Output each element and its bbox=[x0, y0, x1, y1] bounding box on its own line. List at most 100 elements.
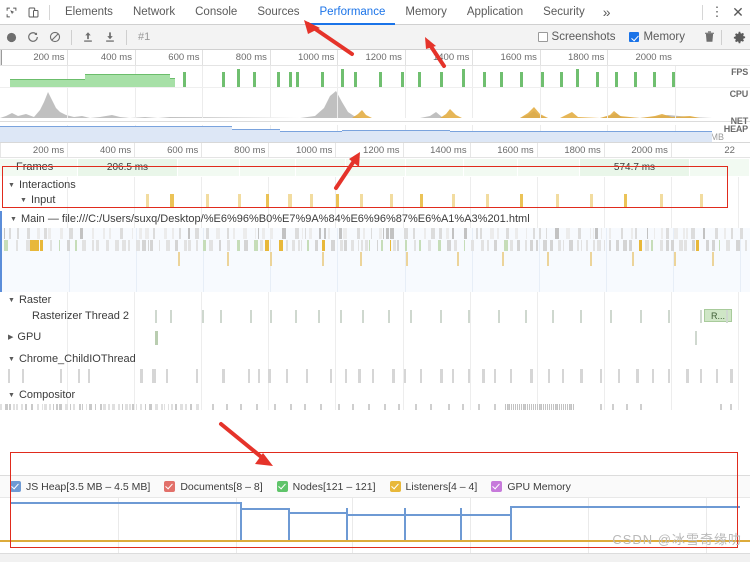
flame-event[interactable] bbox=[731, 228, 733, 239]
rasterizer-event-tick[interactable] bbox=[580, 310, 582, 323]
flame-event[interactable] bbox=[506, 228, 509, 239]
flame-event[interactable] bbox=[674, 228, 678, 239]
flame-event[interactable] bbox=[227, 240, 230, 251]
chrome-child-io-event[interactable] bbox=[286, 369, 288, 383]
flame-event[interactable] bbox=[666, 240, 669, 251]
compositor-event[interactable] bbox=[65, 404, 68, 410]
flame-event[interactable] bbox=[361, 240, 363, 251]
rasterizer-event-tick[interactable] bbox=[250, 310, 252, 323]
flame-event[interactable] bbox=[196, 240, 198, 251]
chrome-child-io-events[interactable] bbox=[0, 367, 750, 387]
flame-event[interactable] bbox=[497, 228, 499, 239]
compositor-event[interactable] bbox=[149, 404, 152, 410]
frame-cell[interactable] bbox=[406, 159, 464, 176]
compositor-event[interactable] bbox=[161, 404, 163, 410]
memory-legend-checkbox[interactable] bbox=[164, 481, 176, 492]
flame-event[interactable] bbox=[515, 228, 518, 239]
flame-event[interactable] bbox=[178, 252, 180, 266]
flame-event[interactable] bbox=[666, 228, 669, 239]
compositor-event[interactable] bbox=[304, 404, 306, 410]
flame-event[interactable] bbox=[309, 228, 312, 239]
chrome-child-io-event[interactable] bbox=[420, 369, 422, 383]
flame-event[interactable] bbox=[671, 240, 674, 251]
flame-event[interactable] bbox=[651, 240, 653, 251]
compositor-event[interactable] bbox=[527, 404, 528, 410]
flame-event[interactable] bbox=[9, 228, 11, 239]
compositor-event[interactable] bbox=[517, 404, 518, 410]
chrome-child-io-event[interactable] bbox=[510, 369, 512, 383]
chrome-child-io-event[interactable] bbox=[330, 369, 332, 383]
compositor-event[interactable] bbox=[49, 404, 51, 410]
flame-event[interactable] bbox=[254, 240, 258, 251]
flame-event[interactable] bbox=[428, 240, 431, 251]
compositor-event[interactable] bbox=[507, 404, 508, 410]
flame-chart-tracks[interactable]: Frames 206.5 ms 574.7 ms ▼ Interactions ▼ I… bbox=[0, 158, 750, 410]
compositor-event[interactable] bbox=[478, 404, 480, 410]
memory-legend-item[interactable]: JS Heap[3.5 MB – 4.5 MB] bbox=[10, 481, 150, 493]
compositor-event[interactable] bbox=[95, 404, 96, 410]
flame-event[interactable] bbox=[539, 228, 541, 239]
memory-legend-item[interactable]: GPU Memory bbox=[491, 481, 571, 493]
flame-event[interactable] bbox=[604, 240, 605, 251]
flame-event[interactable] bbox=[543, 240, 547, 251]
compositor-event[interactable] bbox=[100, 404, 102, 410]
compositor-event[interactable] bbox=[730, 404, 732, 410]
flame-event[interactable] bbox=[136, 240, 140, 251]
flame-event[interactable] bbox=[504, 240, 508, 251]
input-event-marker[interactable] bbox=[452, 194, 455, 207]
track-compositor[interactable]: ▼ Compositor bbox=[0, 387, 750, 403]
compositor-event[interactable] bbox=[553, 404, 554, 410]
flame-event[interactable] bbox=[457, 252, 459, 266]
flame-event[interactable] bbox=[60, 228, 63, 239]
chrome-child-io-event[interactable] bbox=[452, 369, 454, 383]
flame-event[interactable] bbox=[344, 240, 347, 251]
compositor-event[interactable] bbox=[122, 404, 123, 410]
chevron-down-icon[interactable]: ▼ bbox=[20, 193, 27, 209]
flame-event[interactable] bbox=[357, 228, 360, 239]
compositor-event[interactable] bbox=[70, 404, 71, 410]
gpu-event-tick[interactable] bbox=[695, 331, 697, 345]
flame-event[interactable] bbox=[502, 252, 504, 266]
flame-event[interactable] bbox=[142, 240, 146, 251]
chrome-child-io-event[interactable] bbox=[8, 369, 10, 383]
flame-event[interactable] bbox=[517, 240, 520, 251]
compositor-event[interactable] bbox=[415, 404, 417, 410]
frame-cell[interactable] bbox=[346, 159, 406, 176]
compositor-event[interactable] bbox=[108, 404, 110, 410]
flame-event[interactable] bbox=[660, 240, 663, 251]
chrome-child-io-event[interactable] bbox=[22, 369, 24, 383]
flame-event[interactable] bbox=[471, 240, 474, 251]
flame-event[interactable] bbox=[286, 240, 288, 251]
flame-event[interactable] bbox=[69, 228, 73, 239]
track-chrome-child-io-thread[interactable]: ▼ Chrome_ChildIOThread bbox=[0, 351, 750, 367]
chrome-child-io-event[interactable] bbox=[618, 369, 620, 383]
compositor-event[interactable] bbox=[539, 404, 540, 410]
flame-event[interactable] bbox=[75, 240, 77, 251]
input-event-marker[interactable] bbox=[390, 194, 393, 207]
flame-event[interactable] bbox=[188, 228, 190, 239]
flame-event[interactable] bbox=[577, 240, 579, 251]
gear-icon[interactable] bbox=[728, 31, 750, 44]
compositor-event[interactable] bbox=[521, 404, 522, 410]
compositor-event[interactable] bbox=[132, 404, 134, 410]
compositor-event[interactable] bbox=[256, 404, 258, 410]
track-raster[interactable]: ▼ Raster bbox=[0, 292, 750, 308]
flame-event[interactable] bbox=[339, 228, 342, 239]
compositor-event[interactable] bbox=[79, 404, 81, 410]
flame-event[interactable] bbox=[683, 228, 685, 239]
flame-event[interactable] bbox=[227, 228, 229, 239]
chrome-child-io-event[interactable] bbox=[258, 369, 260, 383]
compositor-event[interactable] bbox=[531, 404, 532, 410]
compositor-event[interactable] bbox=[448, 404, 450, 410]
compositor-event[interactable] bbox=[545, 404, 546, 410]
flame-event[interactable] bbox=[103, 228, 105, 239]
compositor-event[interactable] bbox=[31, 404, 33, 410]
input-track-header[interactable]: ▼ Input bbox=[0, 192, 750, 209]
chrome-child-io-event[interactable] bbox=[345, 369, 347, 383]
chrome-child-io-event[interactable] bbox=[140, 369, 143, 383]
flame-event[interactable] bbox=[569, 240, 573, 251]
flame-event[interactable] bbox=[315, 240, 318, 251]
flame-event[interactable] bbox=[555, 228, 559, 239]
chrome-child-io-event[interactable] bbox=[562, 369, 564, 383]
chrome-child-io-event[interactable] bbox=[636, 369, 639, 383]
